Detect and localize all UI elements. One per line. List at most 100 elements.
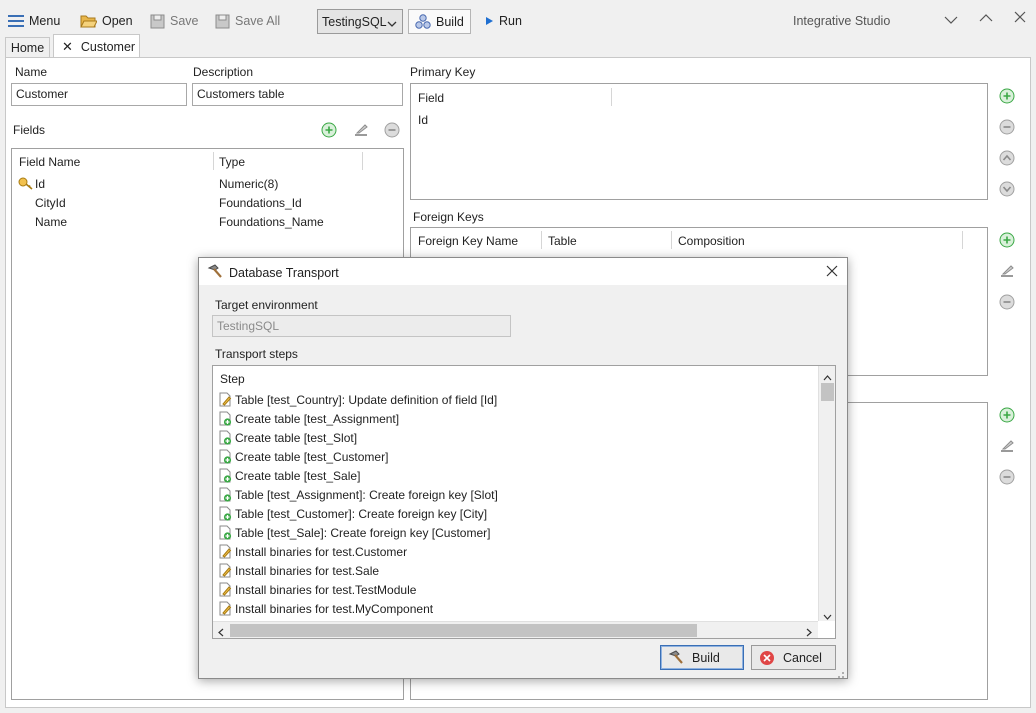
environment-select[interactable]: TestingSQL xyxy=(317,9,403,34)
cancel-icon xyxy=(759,650,775,666)
transport-steps-label: Transport steps xyxy=(215,347,298,361)
scroll-left-icon[interactable] xyxy=(218,626,224,638)
horizontal-scroll-thumb[interactable] xyxy=(230,624,697,637)
open-label: Open xyxy=(102,14,133,28)
step-text: Create table [test_Sale] xyxy=(235,468,361,483)
fields-label: Fields xyxy=(13,123,46,137)
remove-index-icon[interactable] xyxy=(999,469,1015,485)
save-all-icon xyxy=(215,14,230,29)
folder-open-icon xyxy=(80,14,97,28)
remove-primary-key-icon[interactable] xyxy=(999,119,1015,135)
remove-foreign-key-icon[interactable] xyxy=(999,294,1015,310)
database-transport-dialog: Database Transport Target environment Te… xyxy=(198,257,848,679)
foreign-keys-col-composition[interactable]: Composition xyxy=(678,234,745,248)
list-item[interactable]: Create table [test_Customer] xyxy=(219,447,388,466)
move-up-icon[interactable] xyxy=(999,150,1015,166)
list-item[interactable]: Install binaries for test.TestModule xyxy=(219,580,416,599)
primary-key-label: Primary Key xyxy=(410,65,476,79)
foreign-keys-col-table[interactable]: Table xyxy=(548,234,577,248)
primary-key-col-field[interactable]: Field xyxy=(418,91,444,105)
primary-key-table: Field Id xyxy=(410,83,988,200)
new-document-icon xyxy=(219,487,232,502)
vertical-scrollbar[interactable] xyxy=(818,366,835,621)
resize-grip-icon[interactable] xyxy=(836,668,845,682)
fields-col-separator xyxy=(362,152,363,170)
step-text: Install binaries for test.MyComponent xyxy=(235,601,434,616)
list-item[interactable]: Id xyxy=(418,113,428,127)
app-title: Integrative Studio xyxy=(793,14,891,28)
dialog-build-button[interactable]: Build xyxy=(660,645,744,670)
horizontal-scrollbar[interactable] xyxy=(213,621,818,638)
dialog-title: Database Transport xyxy=(229,266,339,280)
table-cell-type: Foundations_Name xyxy=(219,215,324,229)
new-document-icon xyxy=(219,411,232,426)
step-text: Table [test_Sale]: Create foreign key [C… xyxy=(235,525,491,540)
list-item[interactable]: Install binaries for test.Sale xyxy=(219,561,379,580)
save-button[interactable]: Save xyxy=(150,8,199,34)
menu-button[interactable]: Menu xyxy=(8,8,60,34)
open-button[interactable]: Open xyxy=(80,8,133,34)
tab-customer-label: Customer xyxy=(80,39,136,54)
dialog-cancel-button[interactable]: Cancel xyxy=(751,645,836,670)
new-document-icon xyxy=(219,449,232,464)
steps-col-step[interactable]: Step xyxy=(220,372,245,386)
table-row[interactable]: Id xyxy=(35,177,45,191)
list-item[interactable]: Install binaries for test.Customer xyxy=(219,542,407,561)
list-item[interactable]: Install binaries for test.MyComponent xyxy=(219,599,433,618)
list-item[interactable]: Table [test_Customer]: Create foreign ke… xyxy=(219,504,487,523)
new-document-icon xyxy=(219,468,232,483)
menu-label: Menu xyxy=(29,14,61,28)
fields-col-separator xyxy=(213,152,214,170)
target-environment-label: Target environment xyxy=(215,298,318,312)
list-item[interactable]: Table [test_Sale]: Create foreign key [C… xyxy=(219,523,490,542)
list-item[interactable]: Table [test_Assignment]: Create foreign … xyxy=(219,485,498,504)
tab-home[interactable]: Home xyxy=(5,37,50,58)
list-item[interactable]: Create table [test_Assignment] xyxy=(219,409,399,428)
edit-document-icon xyxy=(219,544,232,559)
add-field-icon[interactable] xyxy=(321,122,337,138)
edit-field-icon[interactable] xyxy=(353,122,369,138)
tab-customer[interactable]: ✕ Customer xyxy=(53,34,140,58)
scroll-down-icon[interactable] xyxy=(823,609,832,623)
add-foreign-key-icon[interactable] xyxy=(999,232,1015,248)
description-input[interactable]: Customers table xyxy=(192,83,403,106)
dialog-cancel-label: Cancel xyxy=(783,650,822,665)
list-item[interactable]: Create table [test_Slot] xyxy=(219,428,357,447)
build-toolbar-button[interactable]: Build xyxy=(408,9,471,34)
name-input[interactable]: Customer xyxy=(11,83,187,106)
new-document-icon xyxy=(219,430,232,445)
step-text: Install binaries for test.Customer xyxy=(235,544,408,559)
move-down-icon[interactable] xyxy=(999,181,1015,197)
run-label: Run xyxy=(499,14,522,28)
foreign-keys-label: Foreign Keys xyxy=(413,210,484,224)
save-all-button[interactable]: Save All xyxy=(215,8,280,34)
vertical-scroll-thumb[interactable] xyxy=(821,383,834,401)
fields-col-field-name[interactable]: Field Name xyxy=(19,155,80,169)
step-text: Table [test_Assignment]: Create foreign … xyxy=(235,487,498,502)
table-row[interactable]: CityId xyxy=(35,196,66,210)
list-item[interactable]: Table [test_Country]: Update definition … xyxy=(219,390,497,409)
table-row[interactable]: Name xyxy=(35,215,67,229)
dialog-build-label: Build xyxy=(692,650,720,665)
edit-foreign-key-icon[interactable] xyxy=(999,263,1015,279)
step-text: Table [test_Country]: Update definition … xyxy=(235,392,498,407)
list-item[interactable]: Create table [test_Sale] xyxy=(219,466,360,485)
dialog-close-icon[interactable] xyxy=(826,265,838,280)
hammer-icon xyxy=(207,264,223,282)
tab-close-icon[interactable]: ✕ xyxy=(62,39,73,55)
remove-field-icon[interactable] xyxy=(384,122,400,138)
add-primary-key-icon[interactable] xyxy=(999,88,1015,104)
foreign-keys-col-name[interactable]: Foreign Key Name xyxy=(418,234,518,248)
add-index-icon[interactable] xyxy=(999,407,1015,423)
maximize-chevron-icon[interactable] xyxy=(979,12,993,26)
new-document-icon xyxy=(219,525,232,540)
scroll-right-icon[interactable] xyxy=(806,626,812,638)
close-window-icon[interactable] xyxy=(1014,11,1026,26)
hammer-icon xyxy=(668,650,684,665)
minimize-chevron-icon[interactable] xyxy=(944,14,958,28)
fields-col-type[interactable]: Type xyxy=(219,155,245,169)
scroll-up-icon[interactable] xyxy=(823,370,832,384)
edit-index-icon[interactable] xyxy=(999,438,1015,454)
run-button[interactable]: Run xyxy=(484,8,522,34)
edit-document-icon xyxy=(219,392,232,407)
